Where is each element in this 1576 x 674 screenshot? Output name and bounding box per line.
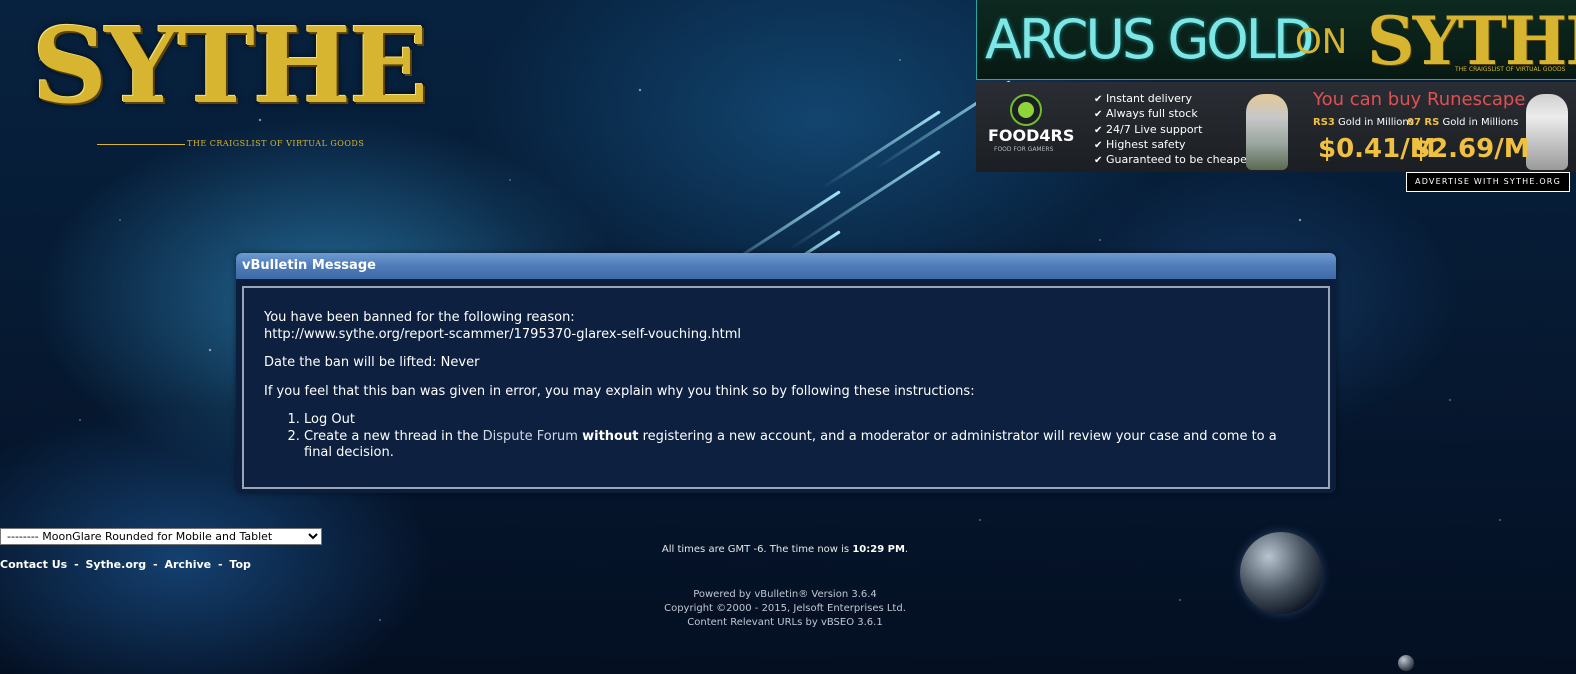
feature-item: ✔ Always full stock (1094, 107, 1257, 122)
panel-title: vBulletin Message (236, 253, 1336, 279)
arcus-gold-ad-banner[interactable]: ARCUS GOLD ON SYTHE THE CRAIGSLIST OF VI… (976, 0, 1576, 80)
link-separator: - (153, 558, 158, 571)
vbulletin-message-panel: vBulletin Message You have been banned f… (236, 253, 1336, 493)
checkmark-icon: ✔ (1094, 124, 1103, 136)
feature-item: ✔ Guaranteed to be cheapest (1094, 153, 1257, 168)
food4rs-brand: FOOD4RS (988, 126, 1075, 145)
sythe-org-link[interactable]: Sythe.org (86, 558, 147, 571)
ad-sythe-tagline: THE CRAIGSLIST OF VIRTUAL GOODS (1455, 66, 1566, 73)
light-streak (821, 110, 941, 190)
checkmark-icon: ✔ (1094, 109, 1103, 121)
copyright-notice: Copyright ©2000 - 2015, Jelsoft Enterpri… (664, 603, 906, 614)
top-link[interactable]: Top (229, 558, 250, 571)
contact-us-link[interactable]: Contact Us (0, 558, 67, 571)
feature-item: ✔ 24/7 Live support (1094, 123, 1257, 138)
archive-link[interactable]: Archive (164, 558, 211, 571)
logo-tagline: THE CRAIGSLIST OF VIRTUAL GOODS (187, 139, 365, 148)
food4rs-ad-banner[interactable]: FOOD4RS FOOD FOR GAMERS ✔ Instant deliver… (976, 82, 1576, 172)
powered-by-footer: Powered by vBulletin® Version 3.6.4 Copy… (620, 588, 950, 630)
checkmark-icon: ✔ (1094, 155, 1103, 167)
light-streak (788, 150, 941, 251)
style-chooser-select[interactable]: -------- MoonGlare Rounded for Mobile an… (0, 528, 322, 545)
ban-reason-url: http://www.sythe.org/report-scammer/1795… (264, 326, 741, 342)
ban-reason-label: You have been banned for the following r… (264, 310, 575, 325)
feature-list: ✔ Instant delivery ✔ Always full stock ✔ 24… (1094, 92, 1257, 168)
logo-divider (97, 144, 185, 145)
vbseo-credit: Content Relevant URLs by vBSEO 3.6.1 (687, 617, 883, 628)
step-create-thread: Create a new thread in the Dispute Forum… (304, 429, 1308, 462)
server-time-notice: All times are GMT -6. The time now is 10… (661, 544, 909, 555)
vbulletin-version: Powered by vBulletin® Version 3.6.4 (693, 589, 877, 600)
food4rs-subtitle: FOOD FOR GAMERS (994, 146, 1054, 153)
knight-character-image (1246, 94, 1288, 170)
dispute-forum-link[interactable]: Dispute Forum (483, 429, 578, 444)
current-time: 10:29 PM (852, 544, 905, 555)
ban-message-body: You have been banned for the following r… (242, 286, 1330, 489)
small-planet-graphic (1398, 655, 1414, 671)
rs3-gold-label: RS3 Gold in Millions (1313, 117, 1414, 128)
link-separator: - (74, 558, 79, 571)
logo-wordmark: SYTHE (32, 4, 428, 127)
checkmark-icon: ✔ (1094, 94, 1103, 105)
armored-character-image (1526, 94, 1568, 170)
food4rs-logo-icon (1010, 94, 1042, 126)
without-emphasis: without (582, 428, 639, 444)
o7rs-price: $2.69/M (1412, 134, 1530, 164)
sythe-logo[interactable]: SYTHE THE CRAIGSLIST OF VIRTUAL GOODS (22, 4, 428, 150)
planet-graphic (1240, 532, 1322, 614)
feature-item: ✔ Instant delivery (1094, 92, 1257, 107)
appeal-instructions: If you feel that this ban was given in e… (264, 383, 975, 399)
footer-links: Contact Us - Sythe.org - Archive - Top (0, 558, 251, 571)
feature-item: ✔ Highest safety (1094, 138, 1257, 153)
link-separator: - (218, 558, 223, 571)
advertise-with-sythe-button[interactable]: ADVERTISE WITH SYTHE.ORG (1406, 172, 1570, 192)
o7rs-gold-label: 07 RS Gold in Millions (1407, 117, 1519, 128)
checkmark-icon: ✔ (1094, 139, 1103, 151)
step-log-out: Log Out (304, 412, 1308, 429)
ban-lift-date: Date the ban will be lifted: Never (264, 355, 480, 370)
ad-arcus-text: ARCUS GOLD (985, 8, 1314, 71)
runescape-headline: You can buy Runescape (1313, 89, 1526, 110)
ad-on-text: ON (1295, 22, 1348, 62)
instruction-steps: Log Out Create a new thread in the Dispu… (264, 412, 1308, 462)
